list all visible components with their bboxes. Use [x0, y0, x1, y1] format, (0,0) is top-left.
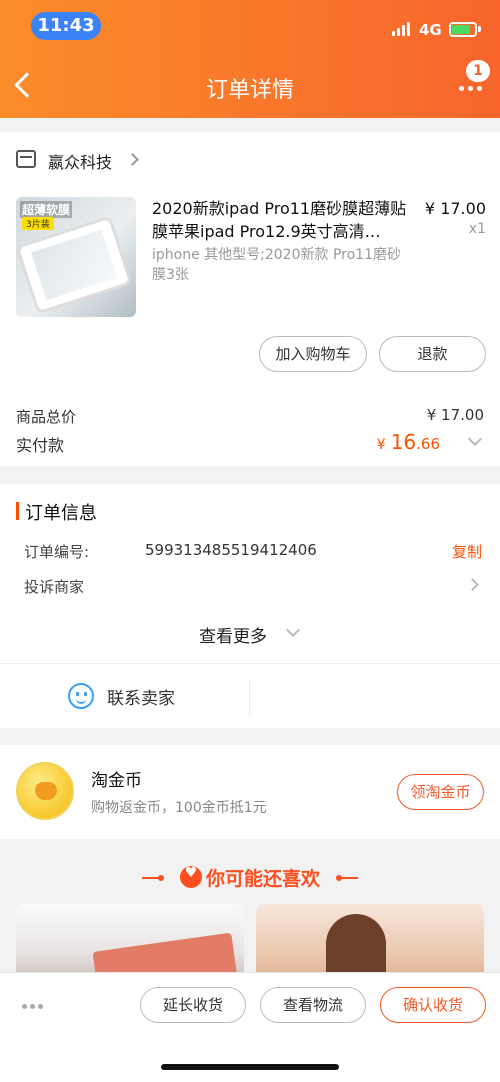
product-price: ¥ 17.00: [424, 199, 486, 218]
paid-label: 实付款: [16, 436, 65, 455]
status-time: 11:43: [31, 12, 101, 40]
shop-icon: [16, 150, 36, 168]
product-title[interactable]: 2020新款ipad Pro11磨砂膜超薄贴膜苹果ipad Pro12.9英寸高…: [152, 197, 414, 243]
copy-button[interactable]: 复制: [452, 541, 482, 562]
shop-name[interactable]: 嬴众科技: [48, 149, 112, 173]
order-info-title: 订单信息: [25, 503, 97, 524]
product-spec: iphone 其他型号;2020新款 Pro11磨砂膜3张: [152, 247, 401, 283]
contact-seller-icon[interactable]: [68, 683, 94, 709]
product-quantity: x1: [468, 221, 486, 237]
battery-icon: [449, 22, 477, 37]
paid-amount: ¥ 16.66: [376, 430, 440, 454]
more-icon[interactable]: [459, 86, 483, 92]
see-more-button[interactable]: 查看更多: [199, 622, 267, 647]
notification-badge: 1: [466, 60, 490, 82]
goods-total-value: ¥ 17.00: [426, 406, 484, 424]
extend-receipt-button[interactable]: 延长收货: [140, 987, 246, 1023]
get-coins-button[interactable]: 领淘金币: [397, 774, 484, 810]
heart-icon: [179, 865, 202, 888]
page-title: 订单详情: [205, 78, 294, 103]
add-to-cart-button[interactable]: 加入购物车: [259, 336, 367, 372]
coin-icon: [16, 762, 74, 820]
app-header: 11:43 4G 订单详情 1: [0, 0, 500, 118]
coins-title: 淘金币: [91, 771, 142, 791]
order-no-label: 订单编号:: [24, 543, 90, 561]
recommend-title: 你可能还喜欢: [0, 864, 500, 891]
more-actions-icon[interactable]: [22, 1004, 46, 1010]
complain-seller-link[interactable]: 投诉商家: [24, 576, 84, 597]
product-image[interactable]: 超薄软膜 3片装: [16, 197, 136, 317]
signal-icon: [392, 22, 412, 36]
order-no-value: 599313485519412406: [145, 541, 317, 559]
goods-total-label: 商品总价: [16, 408, 77, 426]
confirm-receipt-button[interactable]: 确认收货: [380, 987, 486, 1023]
refund-button[interactable]: 退款: [379, 336, 486, 372]
home-indicator: [161, 1064, 339, 1070]
network-type: 4G: [419, 21, 442, 39]
image-tag-sub: 3片装: [22, 217, 54, 230]
image-tag: 超薄软膜: [20, 201, 73, 218]
coins-desc: 购物返金币，100金币抵1元: [91, 800, 267, 816]
contact-seller-button[interactable]: 联系卖家: [107, 684, 175, 709]
view-logistics-button[interactable]: 查看物流: [260, 987, 366, 1023]
